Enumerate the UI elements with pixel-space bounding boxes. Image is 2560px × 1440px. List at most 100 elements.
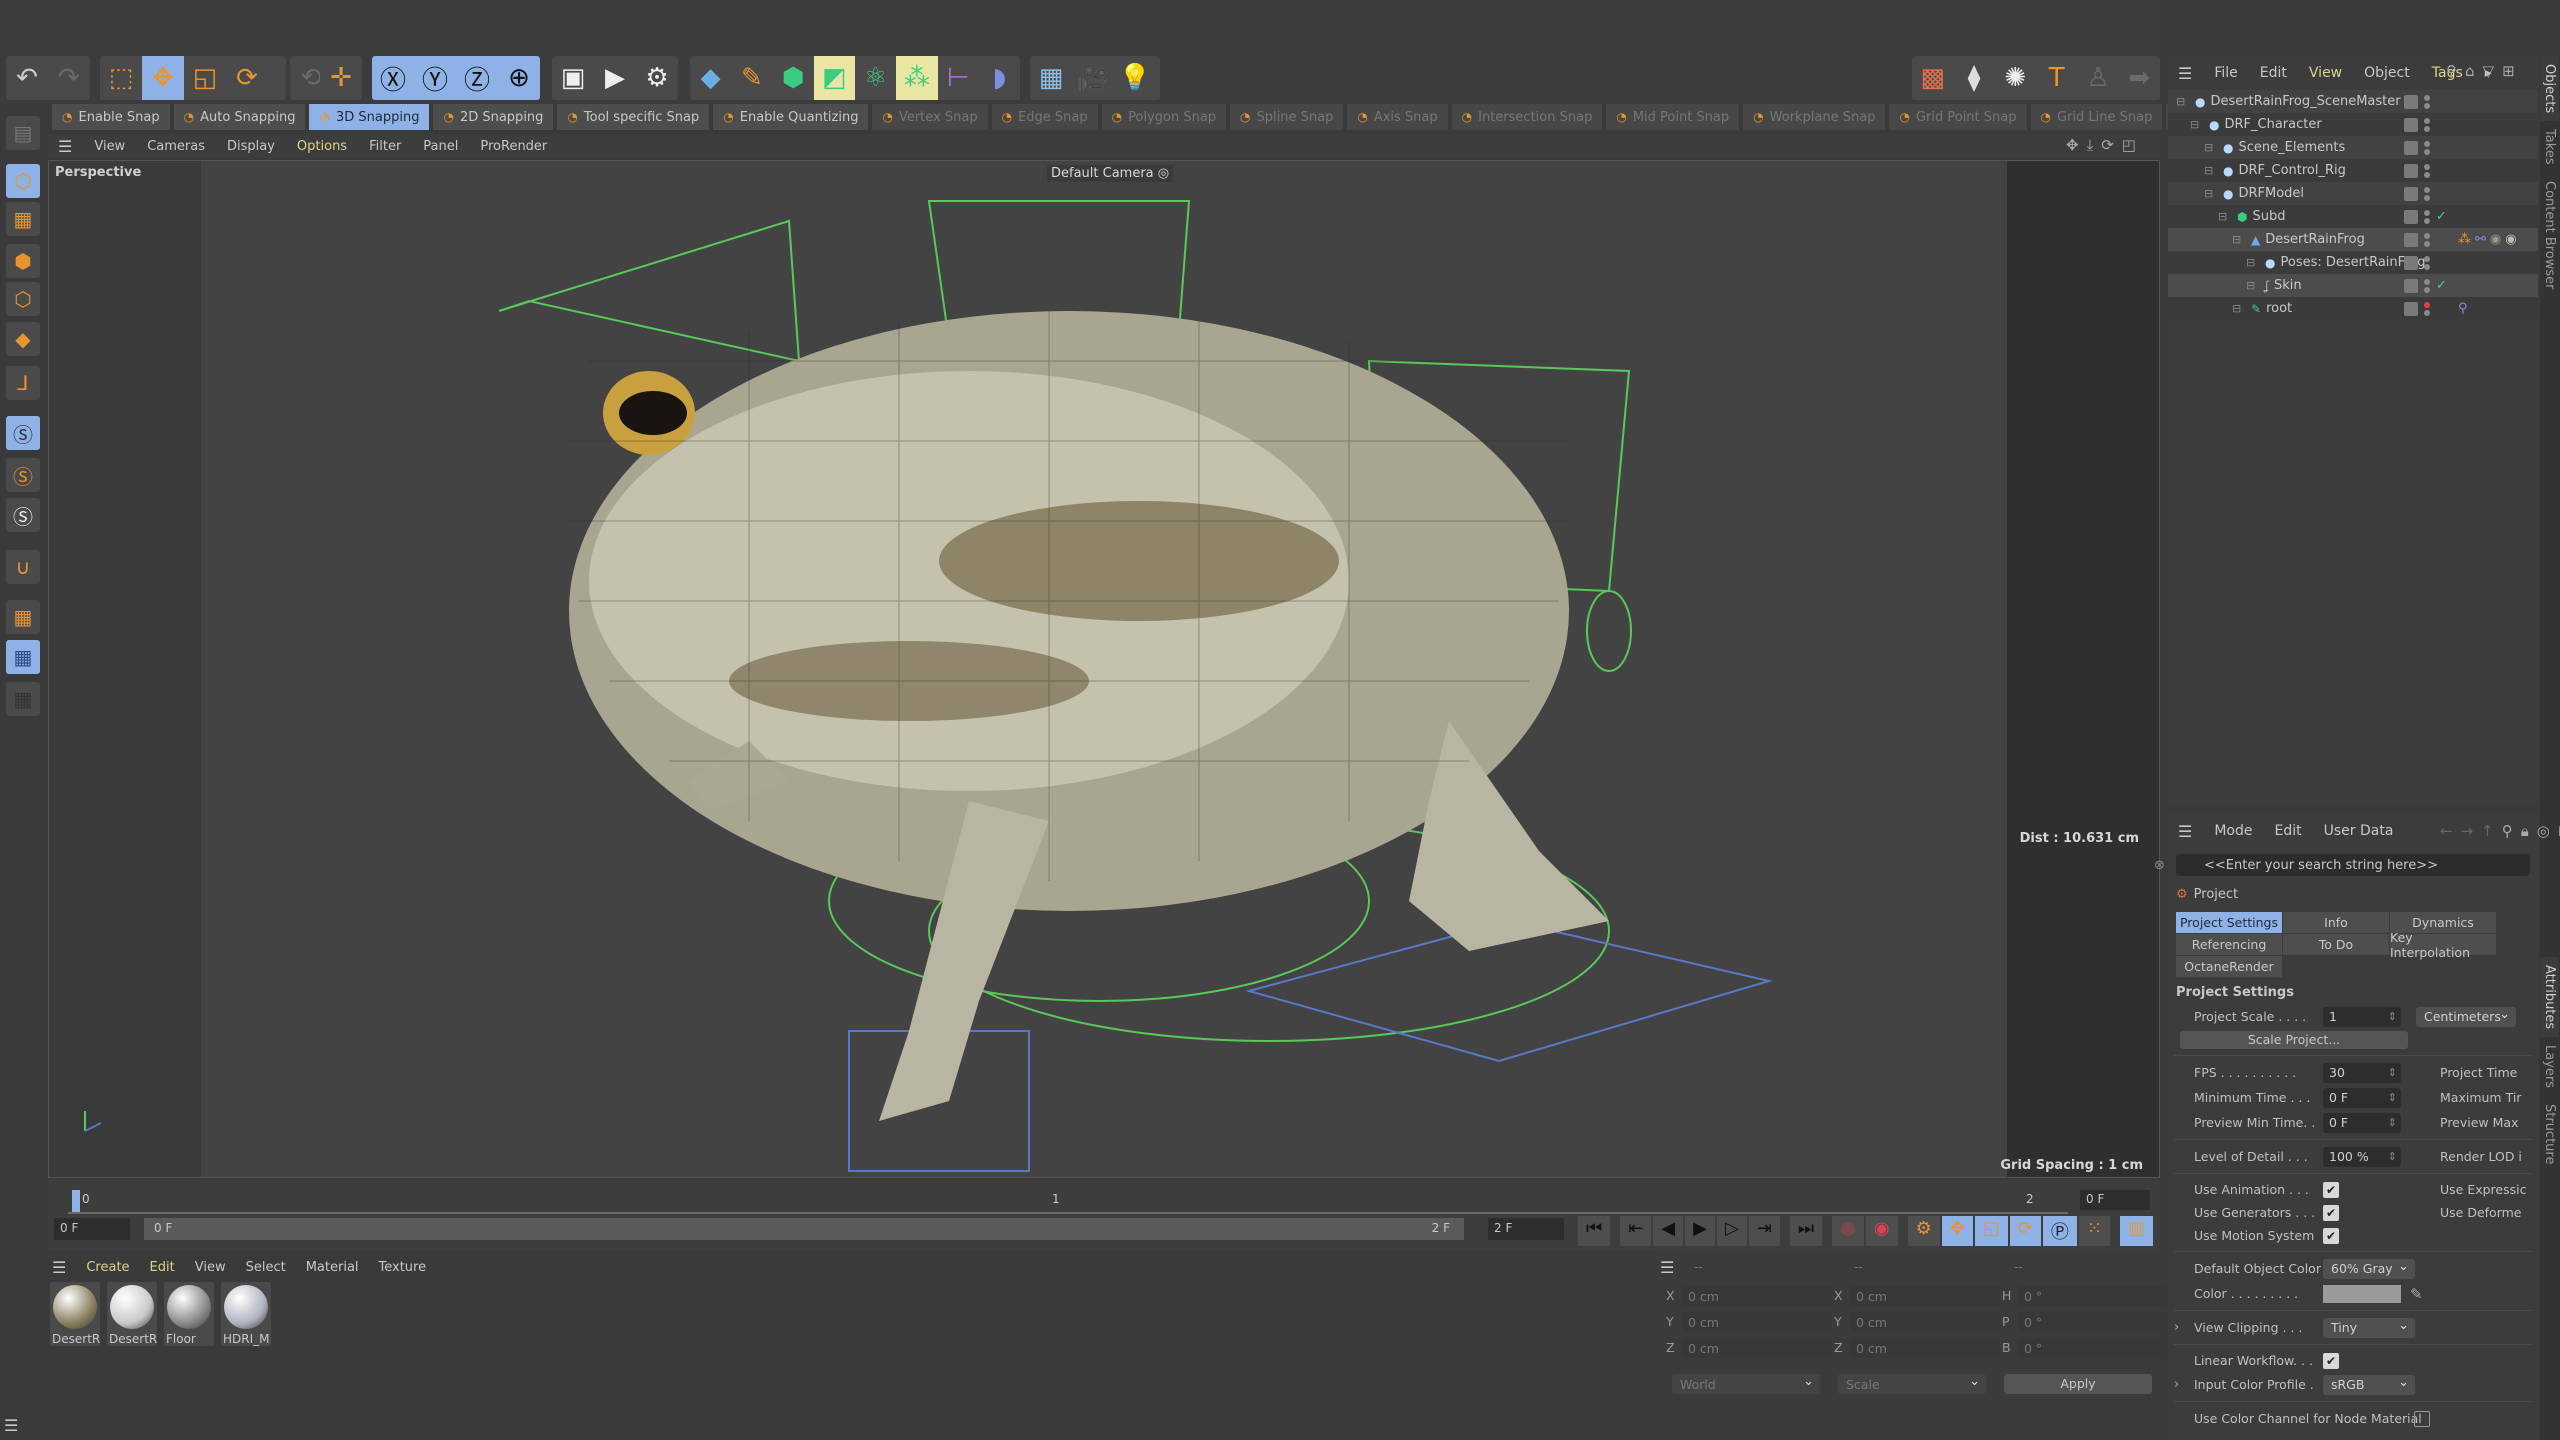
preview-min-field[interactable]: 0 F <box>2323 1112 2401 1133</box>
point-mode-icon[interactable]: ⬢ <box>6 244 40 278</box>
play-icon[interactable]: ▶ <box>1685 1216 1715 1246</box>
object-row[interactable]: ⊟ ● Scene_Elements <box>2168 136 2538 159</box>
material-tag-icon[interactable]: ◉ <box>2490 232 2501 247</box>
light-icon[interactable]: 💡 <box>1114 56 1156 100</box>
visibility-dots[interactable] <box>2424 94 2430 109</box>
scale-project-button[interactable]: Scale Project... <box>2180 1031 2408 1049</box>
pan-icon[interactable]: ✥ <box>2066 136 2079 154</box>
snap-workplane-snap[interactable]: ◔ Workplane Snap <box>1743 104 1886 130</box>
use-animation-checkbox[interactable]: ✔ <box>2323 1181 2339 1198</box>
cube-icon[interactable]: ◆ <box>690 56 731 100</box>
solo-icon[interactable]: Ⓢ <box>6 458 40 492</box>
hamburger-icon[interactable]: ☰ <box>2178 822 2192 841</box>
enabled-check-icon[interactable]: ✓ <box>2436 209 2447 224</box>
side-tab-structure[interactable]: Structure <box>2540 1096 2559 1172</box>
subdivision-surface-icon[interactable]: ⬢ <box>773 56 814 100</box>
material-thumbnail[interactable]: DesertRa <box>50 1282 100 1346</box>
attribute-menu-mode[interactable]: Mode <box>2214 823 2252 839</box>
move-icon[interactable]: ✥ <box>142 56 184 100</box>
snap-enable-quantizing[interactable]: ◔ Enable Quantizing <box>713 104 869 130</box>
search-icon[interactable]: ⚲ <box>2502 822 2513 840</box>
hamburger-icon[interactable]: ☰ <box>2178 64 2192 83</box>
expand-toggle-icon[interactable]: ⊟ <box>2176 95 2190 108</box>
playhead[interactable] <box>72 1190 80 1212</box>
snap-tool-specific-snap[interactable]: ◔ Tool specific Snap <box>557 104 710 130</box>
character-icon[interactable]: ♙ <box>2077 56 2118 100</box>
axis-mode-icon[interactable]: ⅃ <box>6 366 40 400</box>
viewport-menu-prorender[interactable]: ProRender <box>480 139 547 154</box>
snap-intersection-snap[interactable]: ◔ Intersection Snap <box>1451 104 1603 130</box>
size-field[interactable]: 0 cm <box>1850 1312 2000 1332</box>
snap-2d-snapping[interactable]: ◔ 2D Snapping <box>433 104 554 130</box>
project-scale-unit-dropdown[interactable]: Centimeters <box>2416 1006 2516 1027</box>
weight-tag-icon[interactable]: ⁂ <box>2458 232 2471 247</box>
snap-3d-snapping[interactable]: ◔ 3D Snapping <box>309 104 430 130</box>
attribute-menu-user-data[interactable]: User Data <box>2324 823 2394 839</box>
visibility-dots[interactable] <box>2424 255 2430 270</box>
snap-auto-snapping[interactable]: ◔ Auto Snapping <box>173 104 306 130</box>
material-menu-select[interactable]: Select <box>246 1260 286 1275</box>
target-icon[interactable]: ◎ <box>2537 822 2550 840</box>
lock-icon[interactable]: 🔒︎ <box>2521 822 2529 840</box>
expand-toggle-icon[interactable]: ⊟ <box>2232 302 2246 315</box>
edge-mode-icon[interactable]: ⬡ <box>6 282 40 316</box>
polygon-mode-icon[interactable]: ◆ <box>6 322 40 356</box>
scale-icon[interactable]: ◱ <box>184 56 226 100</box>
viewport-menu-display[interactable]: Display <box>227 139 275 154</box>
layer-icon[interactable] <box>2404 186 2418 201</box>
material-menu-view[interactable]: View <box>195 1260 226 1275</box>
object-menu-file[interactable]: File <box>2214 65 2237 81</box>
redo-icon[interactable]: ↷ <box>48 56 90 100</box>
pen-icon[interactable]: ✎ <box>731 56 772 100</box>
tab-info[interactable]: Info <box>2283 912 2389 933</box>
object-row[interactable]: ⊟ ✎ root ⚲ <box>2168 297 2538 320</box>
render-to-picture-viewer-icon[interactable]: ▶ <box>594 56 636 100</box>
layer-icon[interactable] <box>2404 140 2418 155</box>
object-menu-view[interactable]: View <box>2309 65 2342 81</box>
min-time-field[interactable]: 0 F <box>2323 1087 2401 1108</box>
eyedropper-icon[interactable]: ✎ <box>2410 1285 2423 1303</box>
visibility-dots[interactable] <box>2424 186 2430 201</box>
object-row[interactable]: ⊟ ● DesertRainFrog_SceneMaster <box>2168 90 2538 113</box>
extrude-icon[interactable]: ◩ <box>813 56 855 100</box>
snap-magnet-icon[interactable]: ∪ <box>6 550 40 584</box>
linear-workflow-checkbox[interactable]: ✔ <box>2323 1352 2339 1369</box>
coordinate-mode-dropdown[interactable]: World <box>1672 1374 1820 1394</box>
recent-tool-icon[interactable]: ✛ <box>320 56 362 100</box>
rot-field[interactable]: 0 ° <box>2018 1286 2168 1306</box>
snap-axis-snap[interactable]: ◔ Axis Snap <box>1347 104 1448 130</box>
next-key-icon[interactable]: ⇥ <box>1748 1216 1780 1246</box>
expand-toggle-icon[interactable]: ⊟ <box>2246 256 2260 269</box>
layer-icon[interactable] <box>2404 301 2418 316</box>
expand-toggle-icon[interactable]: ⊟ <box>2204 164 2218 177</box>
snap-mid-point-snap[interactable]: ◔ Mid Point Snap <box>1606 104 1740 130</box>
viewport-menu-view[interactable]: View <box>94 139 125 154</box>
rot-field[interactable]: 0 ° <box>2018 1338 2168 1358</box>
hamburger-icon[interactable]: ☰ <box>58 137 72 156</box>
layer-icon[interactable] <box>2404 94 2418 109</box>
key-parameter-icon[interactable]: Ⓟ <box>2042 1216 2077 1246</box>
node-material-checkbox[interactable] <box>2414 1410 2430 1427</box>
solo-hierarchy-icon[interactable]: Ⓢ <box>6 498 40 532</box>
key-position-icon[interactable]: ✥ <box>1941 1216 1973 1246</box>
snap-polygon-snap[interactable]: ◔ Polygon Snap <box>1101 104 1227 130</box>
go-to-start-icon[interactable]: ⏮ <box>1578 1216 1611 1246</box>
use-motion-checkbox[interactable]: ✔ <box>2323 1227 2339 1244</box>
render-settings-icon[interactable]: ⚙ <box>636 56 678 100</box>
hamburger-icon[interactable]: ☰ <box>1660 1258 1674 1277</box>
object-row[interactable]: ⊟ ● DRF_Control_Rig <box>2168 159 2538 182</box>
snap-grid-point-snap[interactable]: ◔ Grid Point Snap <box>1889 104 2027 130</box>
expand-toggle-icon[interactable]: ⊟ <box>2204 141 2218 154</box>
orbit-icon[interactable]: ⟳ <box>2101 136 2114 154</box>
tab-referencing[interactable]: Referencing <box>2176 934 2282 955</box>
pos-field[interactable]: 0 cm <box>1682 1312 1832 1332</box>
material-menu-edit[interactable]: Edit <box>150 1260 175 1275</box>
end-frame-field[interactable]: 2 F <box>1488 1218 1564 1240</box>
new-panel-icon[interactable]: ⊞ <box>2502 62 2515 80</box>
clear-search-icon[interactable]: ⊗ <box>2154 858 2165 873</box>
tab-project-settings[interactable]: Project Settings <box>2176 912 2282 933</box>
attribute-menu-edit[interactable]: Edit <box>2275 823 2302 839</box>
array-icon[interactable]: ⚛ <box>855 56 896 100</box>
tab-key-interpolation[interactable]: Key Interpolation <box>2390 930 2496 960</box>
gear-star-icon[interactable]: ✺ <box>1995 56 2036 100</box>
